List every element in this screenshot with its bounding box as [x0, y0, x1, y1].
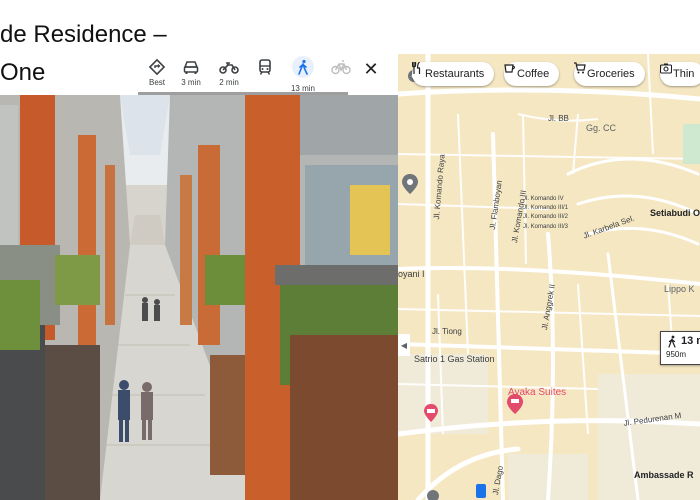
travel-mode-walk[interactable]: 13 min: [286, 56, 320, 94]
walk-icon: [295, 59, 311, 75]
diamond-turn-icon: [147, 58, 167, 76]
street-label-komando-iii-3: Jl. Komando III/3: [523, 224, 569, 230]
collapse-panel-button[interactable]: ◀: [398, 334, 410, 356]
route-summary[interactable]: 13 m 950m: [660, 331, 700, 365]
street-label-gg-cc: Gg. CC: [586, 123, 617, 133]
chip-things-to-do-label: Thin: [673, 68, 695, 80]
street-label-tiong: Jl. Tiong: [432, 327, 462, 336]
slide-title-line1: de Residence –: [0, 21, 167, 48]
chip-coffee[interactable]: Coffee: [504, 62, 560, 86]
travel-mode-transit[interactable]: [248, 58, 282, 94]
motorcycle-icon: [219, 58, 239, 76]
chip-restaurants[interactable]: Restaurants: [412, 62, 495, 86]
train-icon: [255, 58, 275, 76]
street-label-jl-bb: Jl. BB: [548, 114, 569, 123]
travel-mode-car[interactable]: 3 min: [174, 58, 208, 94]
chip-groceries-label: Groceries: [587, 68, 635, 80]
place-label-ambassade: Ambassade R: [634, 470, 694, 480]
poi-label-ayaka-suites[interactable]: Ayaka Suites: [508, 387, 566, 398]
street-label-komando-iv: Jl. Komando IV: [523, 196, 564, 202]
transit-marker[interactable]: [476, 484, 486, 498]
route-distance: 950m: [666, 350, 687, 359]
travel-mode-motorcycle[interactable]: 2 min: [212, 58, 246, 94]
street-label-oyani: oyani I: [398, 269, 425, 279]
place-label-lippo: Lippo K: [664, 284, 695, 294]
close-button[interactable]: ✕: [362, 60, 380, 78]
travel-mode-best-label: Best: [148, 78, 165, 87]
travel-mode-best[interactable]: Best: [140, 58, 174, 94]
travel-mode-motorcycle-label: 2 min: [219, 78, 239, 87]
street-label-komando-iii-2: Jl. Komando III/2: [523, 214, 569, 220]
street-label-komando-iii-1: Jl. Komando III/1: [523, 205, 569, 211]
travel-mode-divider: [138, 92, 348, 95]
place-label-setiabudi: Setiabudi O: [650, 208, 700, 218]
mall-atrium-photo: [0, 95, 400, 500]
travel-mode-car-label: 3 min: [181, 78, 201, 87]
chip-coffee-label: Coffee: [517, 68, 550, 80]
bicycle-icon: [331, 58, 351, 76]
car-icon: [181, 58, 201, 76]
travel-mode-bike[interactable]: [324, 58, 358, 94]
chip-groceries[interactable]: Groceries: [574, 62, 645, 86]
route-time: 13 m: [681, 335, 700, 347]
travel-mode-bar: Best 3 min 2 min 13 min: [140, 54, 390, 94]
poi-label-gas-station[interactable]: Satrio 1 Gas Station: [414, 354, 495, 364]
map-view[interactable]: Restaurants Coffee Groceries Thin Jl. BB…: [398, 54, 700, 500]
chip-things-to-do[interactable]: Thin: [660, 62, 700, 86]
chip-restaurants-label: Restaurants: [425, 68, 485, 80]
